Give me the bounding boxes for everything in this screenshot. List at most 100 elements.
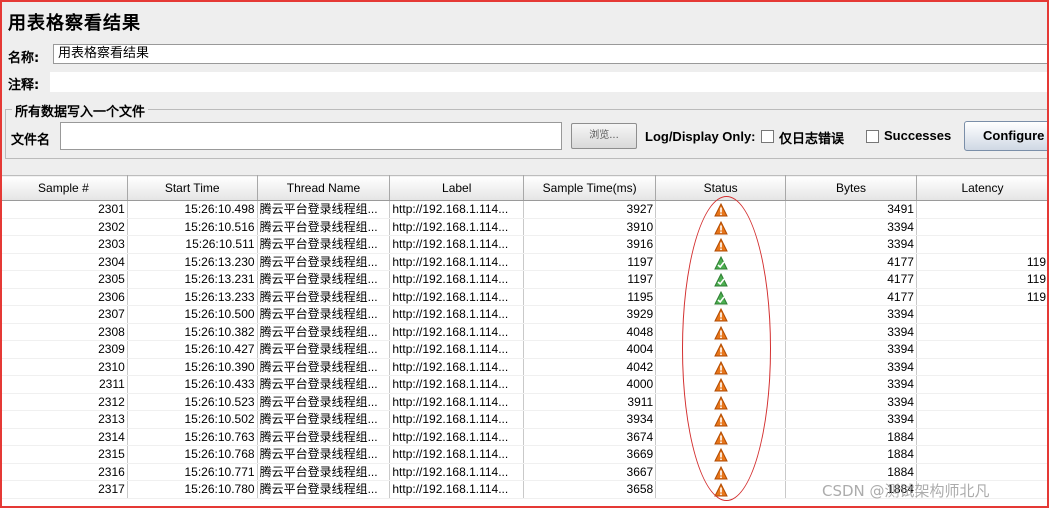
status-cell	[655, 270, 787, 289]
browse-button[interactable]: 浏览...	[571, 123, 637, 149]
configure-button[interactable]: Configure	[964, 121, 1049, 151]
start-time-cell: 15:26:13.230	[127, 253, 258, 271]
table-row[interactable]: 2311 15:26:10.433 腾云平台登录线程组... http://192.1…	[0, 375, 1049, 394]
warning-icon	[713, 360, 728, 375]
table-row[interactable]: 2314 15:26:10.763 腾云平台登录线程组... http://192.1…	[0, 428, 1049, 446]
latency-cell	[916, 200, 1049, 219]
table-row[interactable]: 2305 15:26:13.231 腾云平台登录线程组... http://192.1…	[0, 270, 1049, 289]
comment-field[interactable]	[50, 72, 1049, 92]
start-time-cell: 15:26:10.768	[127, 445, 258, 464]
sample-time-cell: 3910	[523, 218, 657, 236]
table-row[interactable]: 2313 15:26:10.502 腾云平台登录线程组... http://192.1…	[0, 410, 1049, 429]
thread-name-cell: 腾云平台登录线程组...	[257, 375, 391, 394]
bytes-cell: 1884	[785, 445, 917, 464]
bytes-cell: 4177	[785, 288, 917, 306]
table-row[interactable]: 2301 15:26:10.498 腾云平台登录线程组... http://192.1…	[0, 200, 1049, 219]
bytes-cell: 3394	[785, 393, 917, 411]
thread-name-cell: 腾云平台登录线程组...	[257, 445, 391, 464]
table-row[interactable]: 2307 15:26:10.500 腾云平台登录线程组... http://192.1…	[0, 305, 1049, 324]
start-time-cell: 15:26:10.390	[127, 358, 258, 376]
table-row[interactable]: 2310 15:26:10.390 腾云平台登录线程组... http://192.1…	[0, 358, 1049, 376]
success-icon	[713, 255, 728, 270]
thread-name-cell: 腾云平台登录线程组...	[257, 428, 391, 446]
column-header[interactable]: Thread Name	[257, 175, 391, 201]
label-cell: http://192.168.1.114...	[389, 235, 525, 254]
name-field[interactable]: 用表格察看结果	[53, 44, 1049, 64]
sample-time-cell: 3669	[523, 445, 657, 464]
successes-checkbox[interactable]	[866, 130, 879, 143]
warning-icon	[713, 237, 728, 252]
sample-cell: 2315	[0, 445, 128, 464]
start-time-cell: 15:26:10.763	[127, 428, 258, 446]
column-header[interactable]: Status	[655, 175, 787, 201]
bytes-cell: 3394	[785, 410, 917, 429]
thread-name-cell: 腾云平台登录线程组...	[257, 393, 391, 411]
thread-name-cell: 腾云平台登录线程组...	[257, 463, 391, 481]
status-cell	[655, 200, 787, 219]
status-cell	[655, 463, 787, 481]
column-header[interactable]: Start Time	[127, 175, 258, 201]
results-table-container[interactable]: Sample # Start Time Thread Name Label Sample…	[0, 175, 1049, 508]
table-row[interactable]: 2316 15:26:10.771 腾云平台登录线程组... http://192.1…	[0, 463, 1049, 481]
table-row[interactable]: 2309 15:26:10.427 腾云平台登录线程组... http://192.1…	[0, 340, 1049, 359]
sample-time-cell: 4048	[523, 323, 657, 341]
column-header[interactable]: Sample Time(ms)	[523, 175, 657, 201]
start-time-cell: 15:26:13.233	[127, 288, 258, 306]
sample-time-cell: 1195	[523, 288, 657, 306]
table-row[interactable]: 2306 15:26:13.233 腾云平台登录线程组... http://192.1…	[0, 288, 1049, 306]
thread-name-cell: 腾云平台登录线程组...	[257, 323, 391, 341]
latency-cell	[916, 463, 1049, 481]
label-cell: http://192.168.1.114...	[389, 393, 525, 411]
filename-field[interactable]	[60, 122, 562, 150]
thread-name-cell: 腾云平台登录线程组...	[257, 340, 391, 359]
start-time-cell: 15:26:10.427	[127, 340, 258, 359]
name-label: 名称:	[8, 51, 40, 66]
sample-time-cell: 3674	[523, 428, 657, 446]
latency-cell: 119	[916, 288, 1049, 306]
table-row[interactable]: 2312 15:26:10.523 腾云平台登录线程组... http://192.1…	[0, 393, 1049, 411]
sample-cell: 2313	[0, 410, 128, 429]
label-cell: http://192.168.1.114...	[389, 200, 525, 219]
table-row[interactable]: 2315 15:26:10.768 腾云平台登录线程组... http://192.1…	[0, 445, 1049, 464]
bytes-cell: 3491	[785, 200, 917, 219]
latency-cell	[916, 393, 1049, 411]
bytes-cell: 1884	[785, 463, 917, 481]
warning-icon	[713, 377, 728, 392]
latency-cell	[916, 218, 1049, 236]
sample-time-cell: 4000	[523, 375, 657, 394]
sample-time-cell: 3916	[523, 235, 657, 254]
table-row[interactable]: 2308 15:26:10.382 腾云平台登录线程组... http://192.1…	[0, 323, 1049, 341]
column-header[interactable]: Label	[389, 175, 525, 201]
sample-time-cell: 3667	[523, 463, 657, 481]
label-cell: http://192.168.1.114...	[389, 375, 525, 394]
bytes-cell: 3394	[785, 305, 917, 324]
status-cell	[655, 288, 787, 306]
success-icon	[713, 290, 728, 305]
status-cell	[655, 428, 787, 446]
sample-cell: 2302	[0, 218, 128, 236]
table-row[interactable]: 2304 15:26:13.230 腾云平台登录线程组... http://192.1…	[0, 253, 1049, 271]
status-cell	[655, 305, 787, 324]
latency-cell	[916, 235, 1049, 254]
label-cell: http://192.168.1.114...	[389, 480, 525, 499]
status-cell	[655, 393, 787, 411]
column-header[interactable]: Sample #	[0, 175, 128, 201]
sample-cell: 2310	[0, 358, 128, 376]
warning-icon	[713, 342, 728, 357]
sample-cell: 2311	[0, 375, 128, 394]
label-cell: http://192.168.1.114...	[389, 270, 525, 289]
column-header[interactable]: Bytes	[785, 175, 917, 201]
thread-name-cell: 腾云平台登录线程组...	[257, 480, 391, 499]
table-row[interactable]: 2302 15:26:10.516 腾云平台登录线程组... http://192.1…	[0, 218, 1049, 236]
table-row[interactable]: 2303 15:26:10.511 腾云平台登录线程组... http://192.1…	[0, 235, 1049, 254]
status-cell	[655, 375, 787, 394]
label-cell: http://192.168.1.114...	[389, 253, 525, 271]
start-time-cell: 15:26:10.771	[127, 463, 258, 481]
sample-time-cell: 4004	[523, 340, 657, 359]
errors-only-checkbox[interactable]	[761, 130, 774, 143]
column-header[interactable]: Latency	[916, 175, 1049, 201]
thread-name-cell: 腾云平台登录线程组...	[257, 358, 391, 376]
sample-time-cell: 4042	[523, 358, 657, 376]
start-time-cell: 15:26:10.498	[127, 200, 258, 219]
watermark: CSDN @测试架构师北凡	[822, 482, 990, 500]
